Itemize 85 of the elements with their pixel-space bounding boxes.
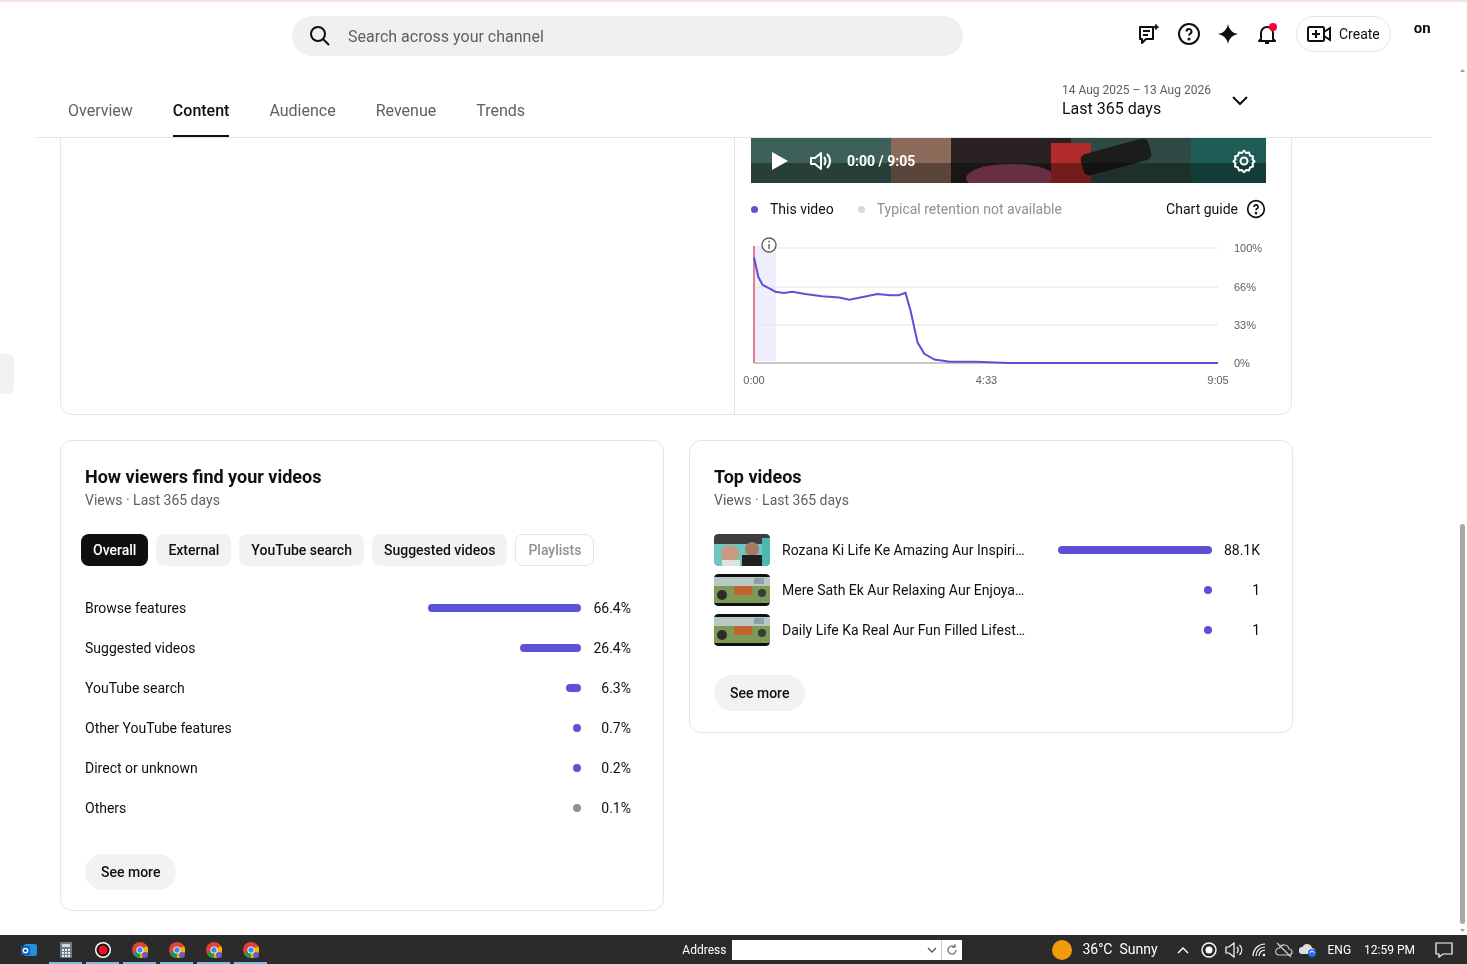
bar xyxy=(1204,626,1212,634)
source-value: 0.1% xyxy=(600,799,631,818)
browser-icon[interactable] xyxy=(167,940,186,959)
chevron-down-icon[interactable] xyxy=(1231,95,1249,107)
date-range: 14 Aug 2025 – 13 Aug 2026 xyxy=(1062,82,1211,98)
language-indicator[interactable]: ENG xyxy=(1327,941,1352,958)
source-label: Other YouTube features xyxy=(85,719,232,738)
sun-icon[interactable] xyxy=(1051,938,1074,961)
filter-chip[interactable]: External xyxy=(156,534,232,566)
period-label: Last 365 days xyxy=(1062,98,1163,120)
settings-icon[interactable] xyxy=(1232,148,1256,173)
calculator-icon[interactable] xyxy=(58,940,73,959)
weather-text[interactable]: 36°C Sunny xyxy=(1082,940,1158,959)
view-count: 1 xyxy=(1251,621,1260,640)
axis-label: 100% xyxy=(1234,242,1263,254)
legend-label: Typical retention not available xyxy=(876,200,1062,219)
axis-label: 9:05 xyxy=(1207,374,1229,386)
filter-chip[interactable]: Suggested videos xyxy=(371,534,508,566)
search-field[interactable]: Search across your channel xyxy=(292,16,963,56)
bar xyxy=(1204,586,1212,594)
card-title: How viewers find your videos xyxy=(85,465,323,489)
source-value: 66.4% xyxy=(592,599,631,618)
view-count: 88.1K xyxy=(1222,541,1260,560)
card-subtitle: Views · Last 365 days xyxy=(85,491,221,510)
chevron-up-icon[interactable] xyxy=(1176,945,1189,954)
record-icon[interactable] xyxy=(93,940,112,959)
card-title: Top videos xyxy=(714,465,803,489)
video-time: 0:00 / 9:05 xyxy=(847,151,916,171)
play-icon[interactable] xyxy=(771,150,789,171)
clock[interactable]: 12:59 PM xyxy=(1364,941,1415,958)
scrollbar-thumb[interactable] xyxy=(1460,524,1465,924)
address-label: Address xyxy=(682,941,727,958)
browser-icon[interactable] xyxy=(130,940,149,959)
browser-icon[interactable] xyxy=(204,940,223,959)
help-icon[interactable] xyxy=(1177,22,1201,46)
tab[interactable]: Content xyxy=(172,87,230,137)
source-label: Browse features xyxy=(85,599,187,618)
notification-bell-icon[interactable] xyxy=(1255,22,1279,46)
sparkle-icon[interactable] xyxy=(1217,23,1239,45)
axis-label: 66% xyxy=(1234,281,1257,294)
chat-sparkle-icon[interactable] xyxy=(1137,22,1161,46)
axis-label: 33% xyxy=(1234,319,1257,332)
tab[interactable]: Trends xyxy=(476,87,526,137)
scroll-up-icon[interactable] xyxy=(1458,66,1467,74)
see-more-button[interactable]: See more xyxy=(714,675,806,711)
info-icon[interactable] xyxy=(761,237,777,253)
source-value: 6.3% xyxy=(600,679,631,698)
video-camera-icon xyxy=(1307,24,1331,44)
channel-logo[interactable]: on xyxy=(1413,20,1431,36)
video-title[interactable]: Mere Sath Ek Aur Relaxing Aur Enjoya… xyxy=(782,580,1025,600)
axis-label: 4:33 xyxy=(975,374,998,386)
see-more-button[interactable]: See more xyxy=(85,854,177,890)
tab[interactable]: Revenue xyxy=(375,87,437,137)
refresh-icon[interactable] xyxy=(945,942,960,957)
axis-label: 0:00 xyxy=(743,374,765,386)
video-title[interactable]: Daily Life Ka Real Aur Fun Filled Lifest… xyxy=(782,620,1026,640)
volume-icon[interactable] xyxy=(1224,941,1243,958)
notification-icon[interactable] xyxy=(1435,941,1453,958)
record-icon[interactable] xyxy=(1200,941,1217,958)
search-icon xyxy=(308,24,332,48)
source-label: Suggested videos xyxy=(85,639,196,658)
cloud-off-icon[interactable] xyxy=(1274,941,1293,958)
address-field[interactable] xyxy=(732,939,963,960)
view-count: 1 xyxy=(1251,581,1260,600)
chevron-down-icon[interactable] xyxy=(927,946,938,953)
source-label: Direct or unknown xyxy=(85,759,198,778)
cloud-sync-icon[interactable] xyxy=(1298,941,1317,958)
filter-chip[interactable]: Overall xyxy=(81,534,149,566)
card-subtitle: Views · Last 365 days xyxy=(714,491,850,510)
tab[interactable]: Overview xyxy=(68,87,133,137)
filter-chip[interactable]: YouTube search xyxy=(239,534,364,566)
source-label: Others xyxy=(85,799,127,818)
source-value: 0.7% xyxy=(600,719,631,738)
wifi-icon[interactable] xyxy=(1250,941,1267,958)
browser-icon[interactable] xyxy=(241,940,260,959)
source-value: 26.4% xyxy=(592,639,631,658)
legend-label: This video xyxy=(770,200,834,219)
tab[interactable]: Audience xyxy=(269,87,336,137)
source-value: 0.2% xyxy=(600,759,631,778)
help-icon[interactable] xyxy=(1246,199,1266,219)
volume-icon[interactable] xyxy=(809,150,833,171)
video-title[interactable]: Rozana Ki Life Ke Amazing Aur Inspiri… xyxy=(782,540,1025,560)
axis-label: 0% xyxy=(1234,357,1250,369)
chart-guide-link[interactable]: Chart guide xyxy=(1166,199,1238,219)
source-label: YouTube search xyxy=(85,679,185,698)
